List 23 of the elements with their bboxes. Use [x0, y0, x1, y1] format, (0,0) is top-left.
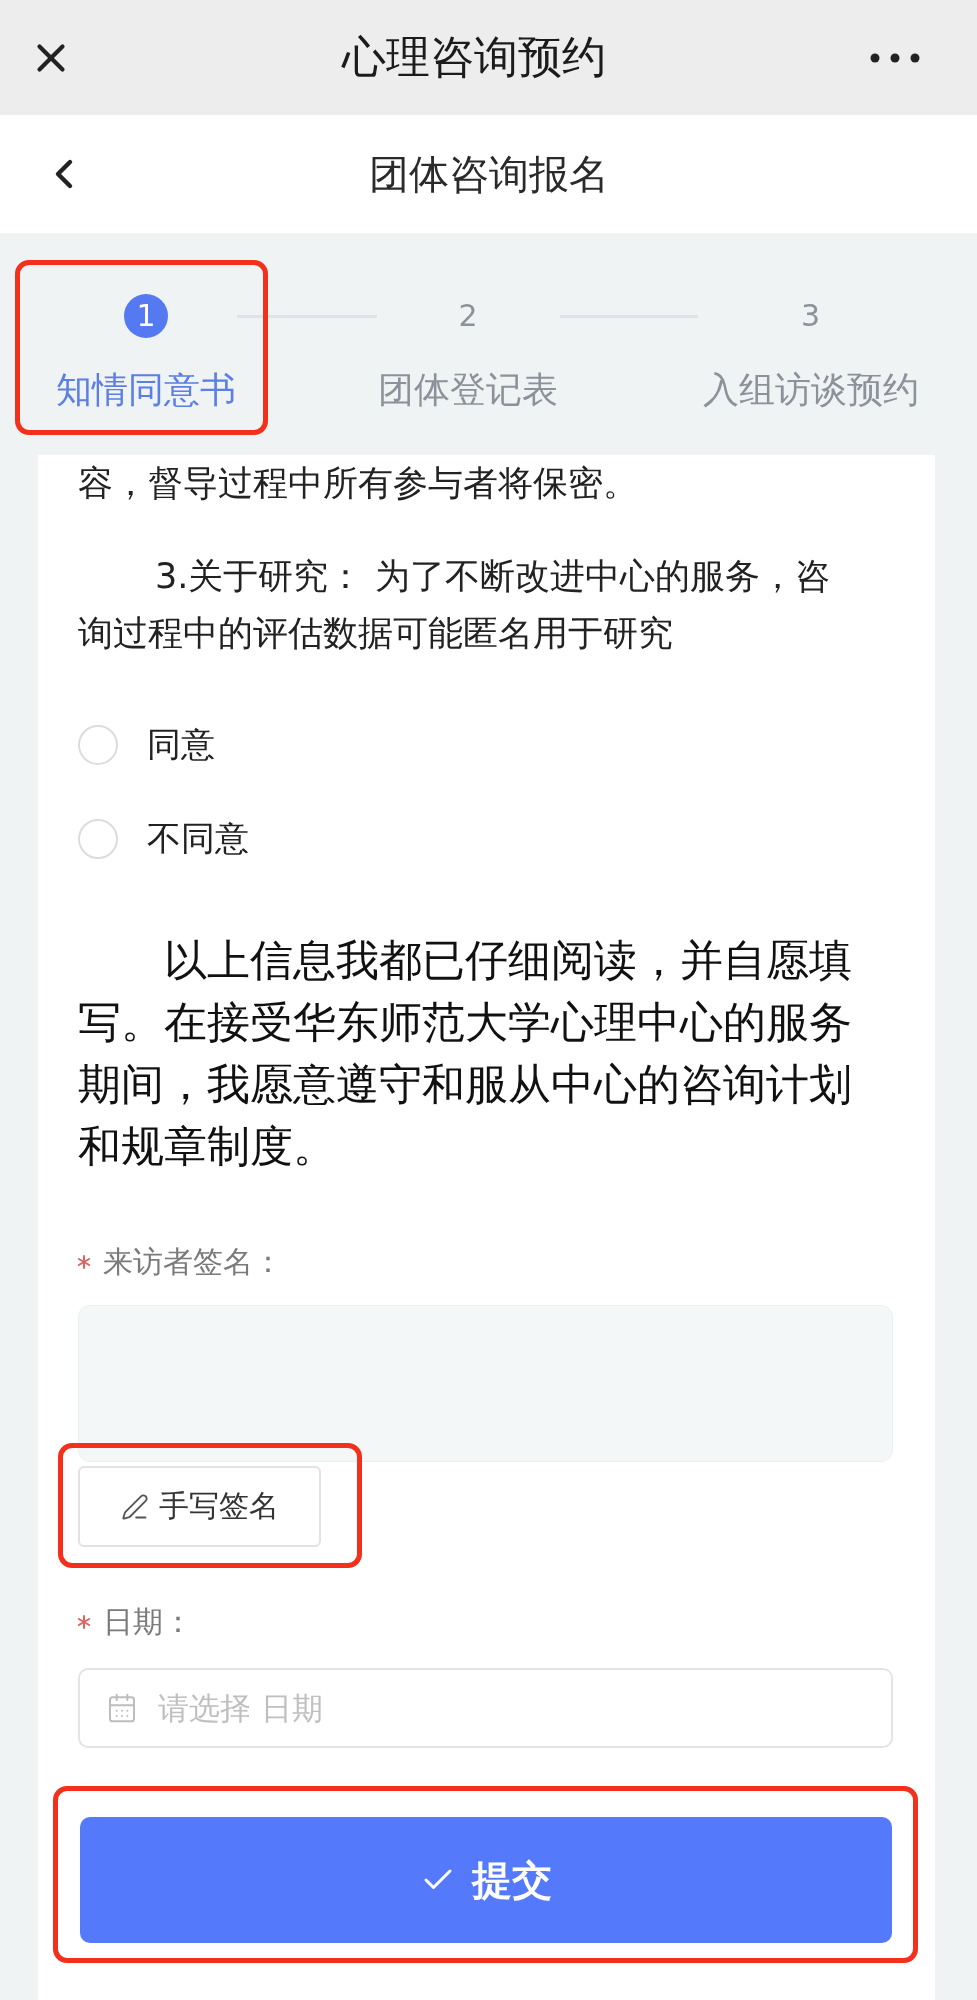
step-number[interactable]: 3	[788, 294, 833, 338]
field-label: 日期：	[103, 1603, 193, 1641]
handwrite-button[interactable]: 手写签名	[78, 1466, 321, 1547]
pen-icon	[120, 1492, 149, 1521]
radio-label[interactable]: 不同意	[147, 818, 249, 859]
more-icon[interactable]	[870, 52, 920, 63]
step-label[interactable]: 团体登记表	[378, 368, 558, 412]
submit-button[interactable]: 提交	[80, 1817, 892, 1943]
radio-label[interactable]: 同意	[147, 724, 215, 765]
step-number[interactable]: 2	[446, 294, 490, 338]
research-text: 3.关于研究： 为了不断改进中心的服务，咨询过程中的评估数据可能匿名用于研究	[78, 555, 831, 655]
step-label[interactable]: 入组访谈预约	[702, 368, 919, 412]
date-field[interactable]: 请选择 日期	[78, 1668, 893, 1748]
window-title: 心理咨询预约	[342, 31, 606, 84]
step-label[interactable]: 知情同意书	[56, 368, 236, 412]
field-label: 来访者签名：	[103, 1243, 283, 1281]
declaration-text: 以上信息我都已仔细阅读，并自愿填写。在接受华东师范大学心理中心的服务期间，我愿意遵守和服从中心的咨询计划和规章制度。	[78, 934, 853, 1173]
step-number[interactable]: 1	[124, 294, 168, 338]
page-title: 团体咨询报名	[368, 150, 609, 198]
consent-text: 容，督导过程中所有参与者将保密。	[78, 462, 639, 505]
calendar-icon	[106, 1692, 138, 1724]
radio-button[interactable]	[78, 724, 118, 765]
radio-button[interactable]	[78, 818, 118, 859]
